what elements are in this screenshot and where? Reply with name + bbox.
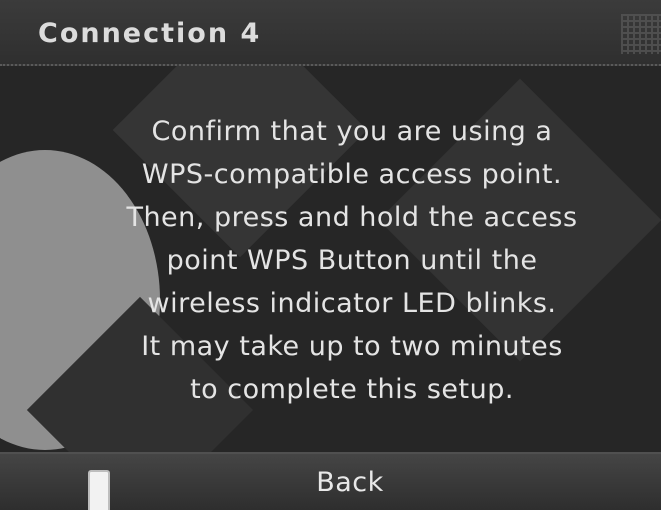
message-line: point WPS Button until the [166,245,538,276]
bottom-bar: Back [0,452,661,510]
message-line: to complete this setup. [190,374,514,405]
message-line: wireless indicator LED blinks. [147,288,557,319]
page-title: Connection 4 [38,18,262,49]
message-line: WPS-compatible access point. [141,159,563,190]
message-line: Confirm that you are using a [151,116,553,147]
back-button-label: Back [316,466,384,498]
title-bar: Connection 4 [0,0,661,66]
message-line: It may take up to two minutes [141,331,563,362]
message-line: Then, press and hold the access [126,202,578,233]
grid-pattern-icon [621,14,661,54]
instruction-message: Confirm that you are using a WPS-compati… [60,110,644,411]
wps-setup-screen: Connection 4 Confirm that you are using … [0,0,661,510]
scroll-handle-icon[interactable] [88,470,110,510]
back-button[interactable]: Back [200,454,500,510]
